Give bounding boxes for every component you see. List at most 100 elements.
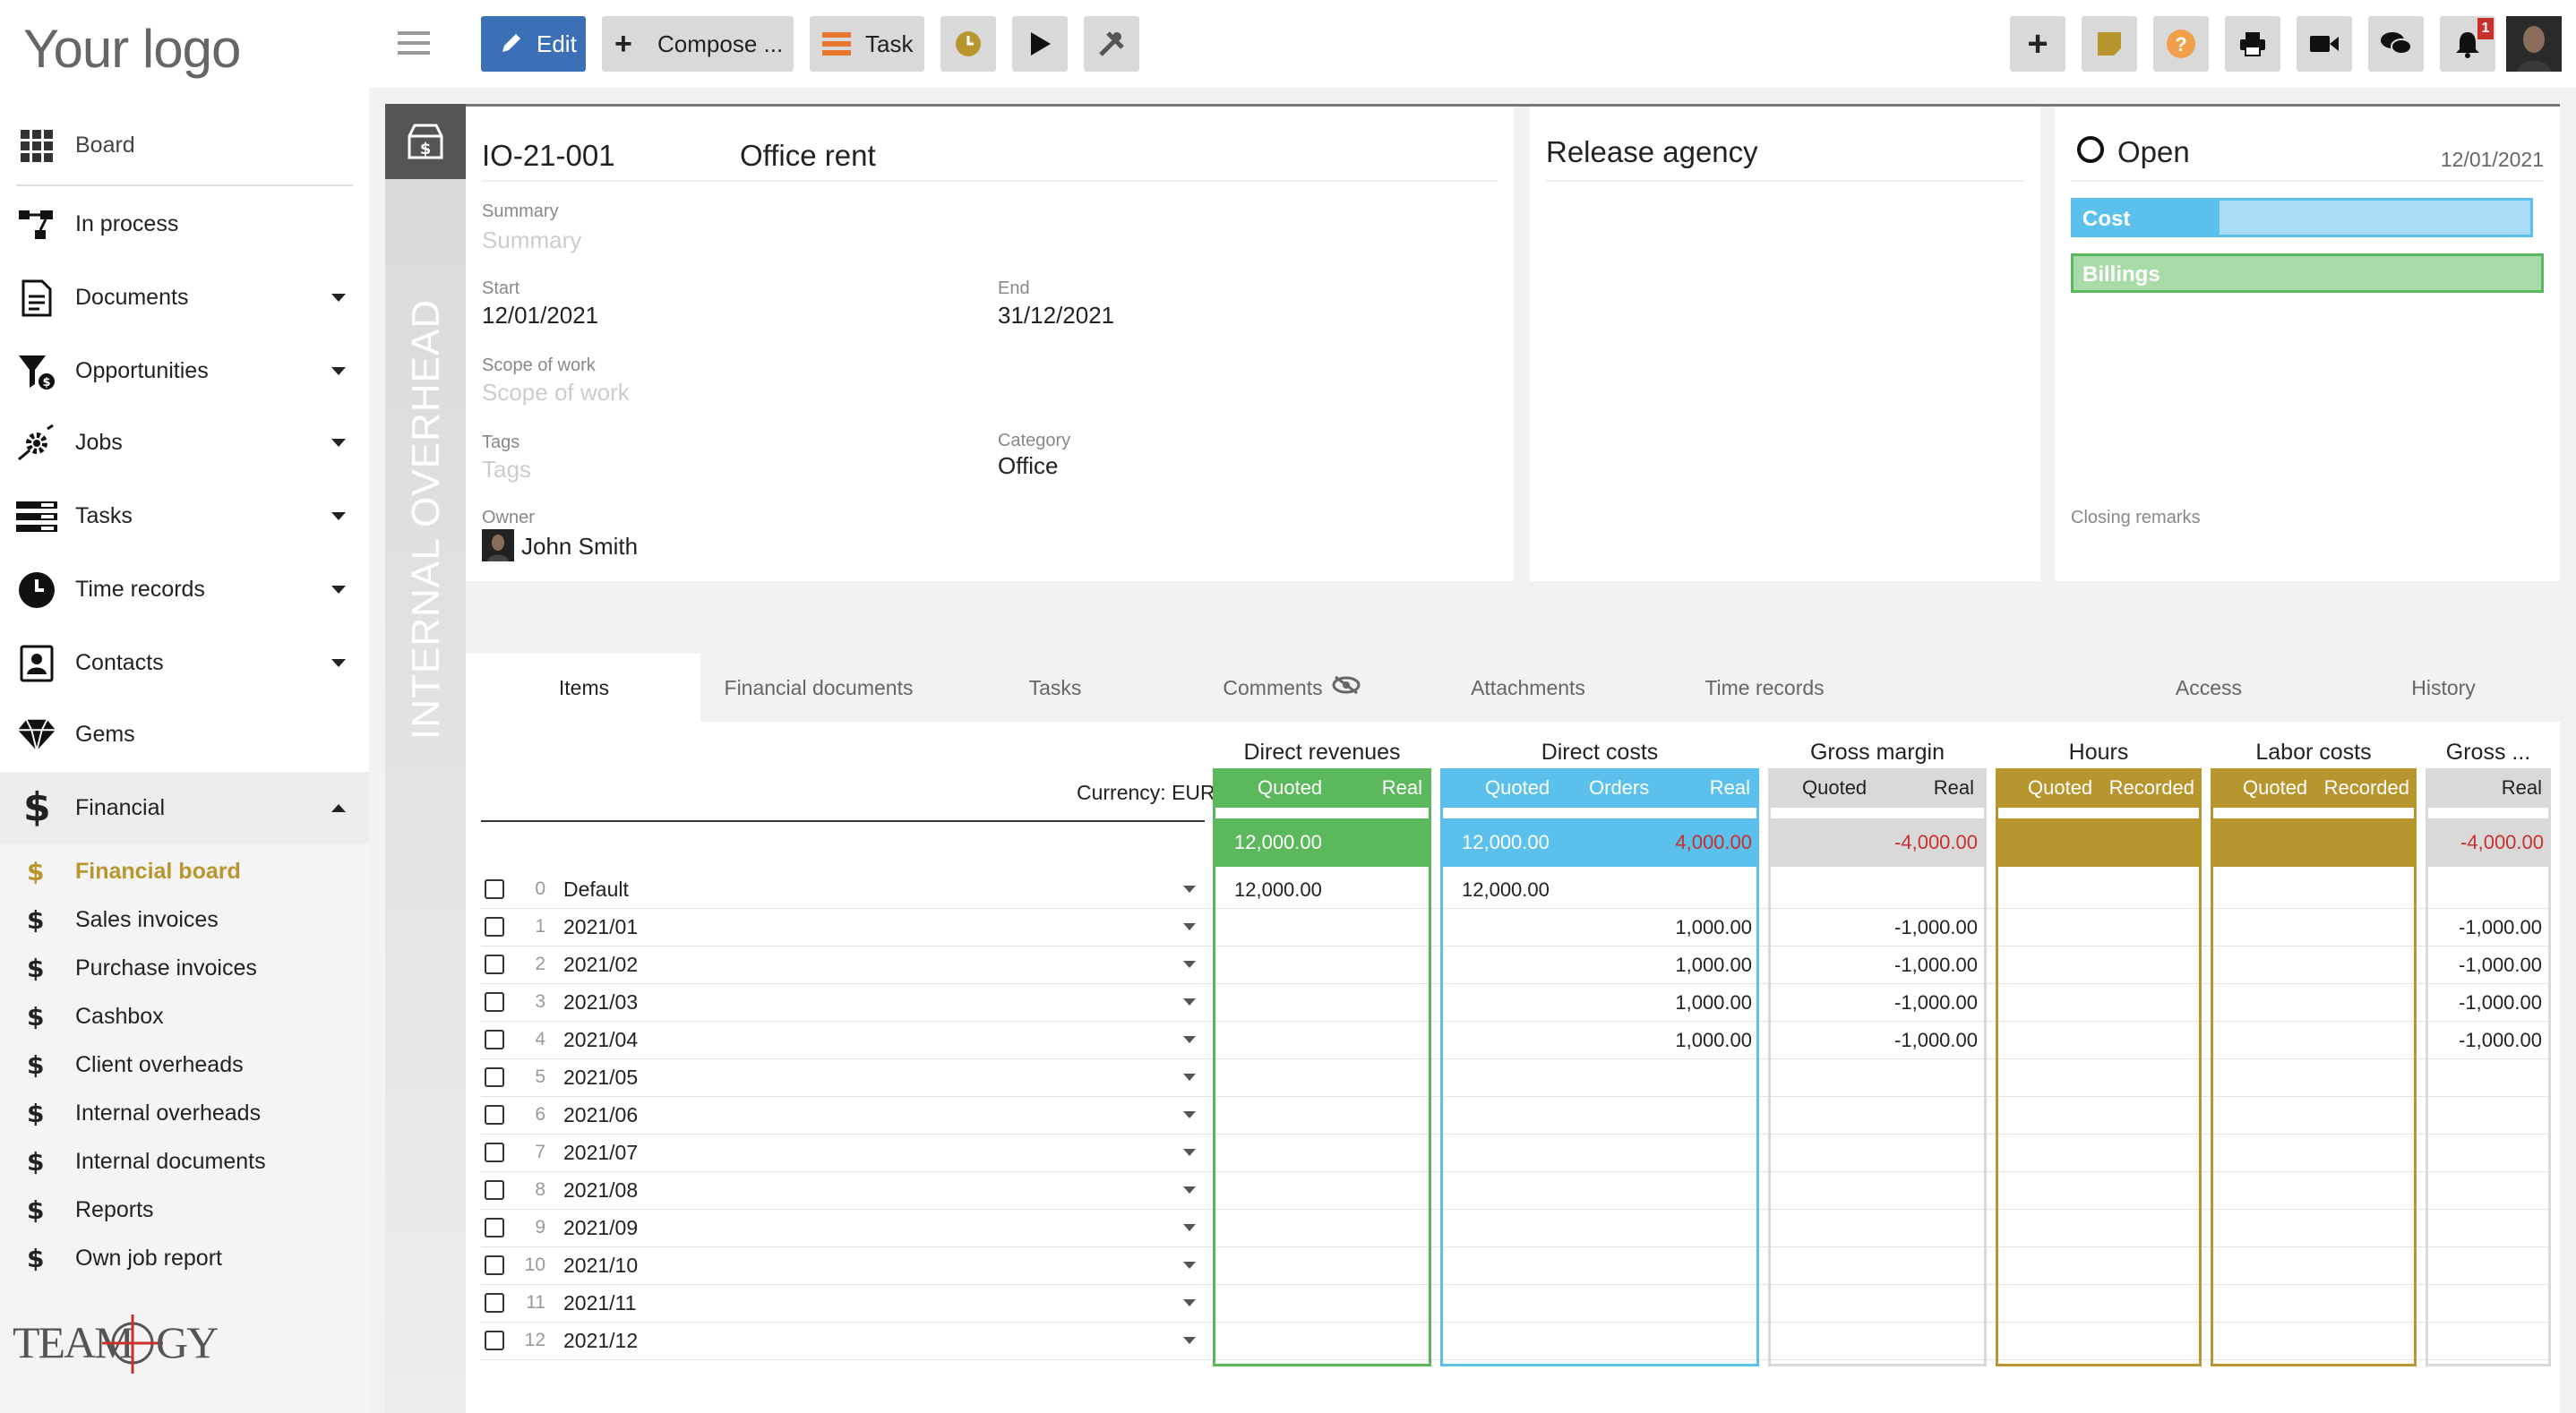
category-value[interactable]: Office [998,452,1058,480]
row-checkbox[interactable] [485,992,504,1012]
row-checkbox[interactable] [485,1030,504,1049]
chevron-down-icon[interactable] [1183,1262,1196,1269]
sidebar-subitem-sales-invoices[interactable]: $ Sales invoices [0,895,369,944]
notifications-button[interactable]: 1 [2440,16,2495,72]
row-name[interactable]: 2021/08 [563,1178,638,1203]
sidebar-item-gems[interactable]: Gems [0,698,369,770]
chat-button[interactable] [2368,16,2424,72]
row-name[interactable]: Default [563,878,629,902]
table-row[interactable]: 0 Default [481,871,1205,907]
table-row[interactable]: 2 2021/02 [481,946,1205,982]
sidebar-subitem-cashbox[interactable]: $ Cashbox [0,992,369,1040]
sidebar-item-in-process[interactable]: In process [0,188,369,260]
sidebar-item-board[interactable]: Board [0,109,369,181]
tab-financial-documents[interactable]: Financial documents [700,654,937,722]
chevron-down-icon[interactable] [1183,1224,1196,1231]
sidebar-item-time-records[interactable]: Time records [0,553,369,625]
table-row[interactable]: 10 2021/10 [481,1247,1205,1283]
time-record-button[interactable] [940,16,996,72]
chevron-down-icon[interactable] [331,438,346,447]
sidebar-subitem-purchase-invoices[interactable]: $ Purchase invoices [0,944,369,992]
tab-attachments[interactable]: Attachments [1410,654,1646,722]
sidebar-item-tasks[interactable]: Tasks [0,480,369,552]
row-checkbox[interactable] [485,1105,504,1125]
tab-access[interactable]: Access [2091,654,2327,722]
row-checkbox[interactable] [485,917,504,937]
table-row[interactable]: 5 2021/05 [481,1059,1205,1095]
row-name[interactable]: 2021/01 [563,915,638,939]
row-checkbox[interactable] [485,1067,504,1087]
print-button[interactable] [2225,16,2280,72]
sidebar-subitem-own-job-report[interactable]: $ Own job report [0,1234,369,1282]
table-row[interactable]: 4 2021/04 [481,1022,1205,1058]
table-row[interactable]: 12 2021/12 [481,1323,1205,1358]
add-button[interactable]: + [2010,16,2065,72]
row-checkbox[interactable] [485,1180,504,1200]
table-row[interactable]: 7 2021/07 [481,1135,1205,1170]
sidebar-item-financial[interactable]: $ Financial [0,772,369,844]
tags-input[interactable]: Tags [482,456,531,484]
tab-comments[interactable]: Comments [1173,654,1410,722]
row-checkbox[interactable] [485,955,504,974]
sidebar-item-documents[interactable]: Documents [0,261,369,333]
owner-name[interactable]: John Smith [521,533,638,561]
summary-input[interactable]: Summary [482,227,581,254]
chevron-down-icon[interactable] [331,511,346,520]
table-row[interactable]: 3 2021/03 [481,984,1205,1020]
row-name[interactable]: 2021/02 [563,953,638,977]
chevron-down-icon[interactable] [331,585,346,594]
chevron-down-icon[interactable] [1183,998,1196,1006]
sidebar-item-opportunities[interactable]: $ Opportunities [0,335,369,407]
row-name[interactable]: 2021/07 [563,1141,638,1165]
scope-input[interactable]: Scope of work [482,379,630,407]
chevron-down-icon[interactable] [1183,1337,1196,1344]
sidebar-subitem-internal-documents[interactable]: $ Internal documents [0,1137,369,1186]
chevron-down-icon[interactable] [1183,1074,1196,1081]
sidebar-subitem-reports[interactable]: $ Reports [0,1186,369,1234]
chevron-down-icon[interactable] [1183,923,1196,930]
sidebar-item-jobs[interactable]: Jobs [0,407,369,478]
chevron-down-icon[interactable] [331,293,346,302]
sidebar-subitem-financial-board[interactable]: $ Financial board [0,847,369,895]
chevron-down-icon[interactable] [1183,1186,1196,1194]
tab-tasks[interactable]: Tasks [937,654,1173,722]
user-avatar[interactable] [2506,16,2562,72]
tab-items[interactable]: Items [468,654,700,722]
row-checkbox[interactable] [485,1218,504,1237]
chevron-down-icon[interactable] [1183,1299,1196,1306]
hamburger-menu-icon[interactable] [396,27,432,59]
tools-button[interactable] [1084,16,1139,72]
row-name[interactable]: 2021/05 [563,1066,638,1090]
table-row[interactable]: 6 2021/06 [481,1097,1205,1133]
row-name[interactable]: 2021/04 [563,1028,638,1052]
table-row[interactable]: 1 2021/01 [481,909,1205,945]
chevron-down-icon[interactable] [1183,1149,1196,1156]
start-date[interactable]: 12/01/2021 [482,302,598,330]
video-button[interactable] [2297,16,2352,72]
edit-button[interactable]: Edit [481,16,586,72]
row-name[interactable]: 2021/10 [563,1254,638,1278]
sidebar-subitem-internal-overheads[interactable]: $ Internal overheads [0,1089,369,1137]
row-checkbox[interactable] [485,1255,504,1275]
row-checkbox[interactable] [485,1143,504,1162]
chevron-down-icon[interactable] [1183,1111,1196,1118]
table-row[interactable]: 8 2021/08 [481,1172,1205,1208]
sidebar-subitem-client-overheads[interactable]: $ Client overheads [0,1040,369,1089]
row-checkbox[interactable] [485,879,504,899]
tab-history[interactable]: History [2327,654,2560,722]
play-button[interactable] [1012,16,1068,72]
row-checkbox[interactable] [485,1293,504,1313]
notes-button[interactable] [2082,16,2137,72]
tab-time-records[interactable]: Time records [1646,654,1883,722]
task-button[interactable]: Task [810,16,924,72]
chevron-down-icon[interactable] [331,366,346,375]
row-name[interactable]: 2021/09 [563,1216,638,1240]
help-button[interactable]: ? [2153,16,2209,72]
end-date[interactable]: 31/12/2021 [998,302,1114,330]
compose-button[interactable]: + Compose ... [602,16,794,72]
chevron-down-icon[interactable] [331,658,346,667]
table-row[interactable]: 9 2021/09 [481,1210,1205,1246]
chevron-down-icon[interactable] [1183,961,1196,968]
sidebar-item-contacts[interactable]: Contacts [0,627,369,698]
row-name[interactable]: 2021/06 [563,1103,638,1127]
